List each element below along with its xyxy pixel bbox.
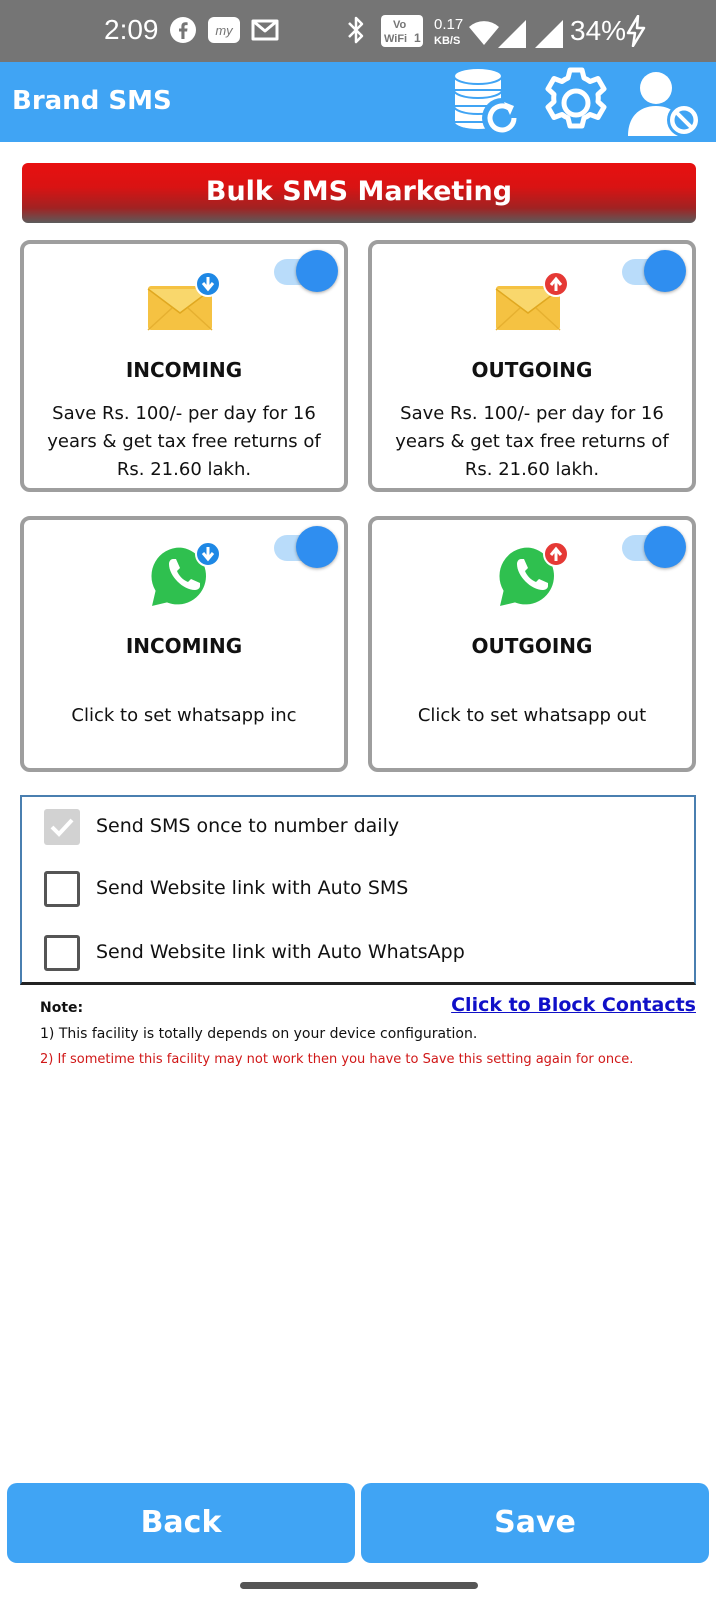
note-label: Note: <box>40 1000 84 1016</box>
card-description: Click to set whatsapp out <box>417 705 647 726</box>
option-label: Send Website link with Auto WhatsApp <box>96 941 465 963</box>
whatsapp-incoming-toggle[interactable] <box>274 526 338 568</box>
email-incoming-icon <box>146 270 226 336</box>
option-label: Send Website link with Auto SMS <box>96 877 409 899</box>
card-title: OUTGOING <box>471 634 593 658</box>
whatsapp-outgoing-card[interactable]: OUTGOING Click to set whatsapp out <box>368 516 696 772</box>
sms-incoming-card[interactable]: INCOMING Save Rs. 100/- per day for 16 y… <box>20 240 348 492</box>
sms-outgoing-card[interactable]: OUTGOING Save Rs. 100/- per day for 16 y… <box>368 240 696 492</box>
card-description: Save Rs. 100/- per day for 16 years & ge… <box>395 403 669 480</box>
signal-icon <box>497 19 527 53</box>
charging-icon <box>626 14 646 51</box>
user-block-icon[interactable] <box>624 66 701 140</box>
network-speed-value: 0.17 <box>434 16 464 33</box>
checkbox[interactable] <box>44 935 80 971</box>
card-title: INCOMING <box>125 358 243 382</box>
card-title: INCOMING <box>125 634 243 658</box>
volte-wifi-icon: Vo WiFi 1 <box>380 14 424 52</box>
gmail-icon <box>250 18 280 46</box>
checkbox-checked[interactable] <box>44 809 80 845</box>
status-bar: 2:09 my Vo WiFi 1 0.17 KB/S 34% <box>0 0 716 62</box>
whatsapp-outgoing-icon <box>494 540 574 614</box>
sms-incoming-toggle[interactable] <box>274 250 338 292</box>
email-outgoing-icon <box>494 270 574 336</box>
signal-icon <box>534 19 564 53</box>
whatsapp-outgoing-toggle[interactable] <box>622 526 686 568</box>
back-button[interactable]: Back <box>7 1483 355 1563</box>
card-description: Save Rs. 100/- per day for 16 years & ge… <box>47 403 321 480</box>
checkbox[interactable] <box>44 871 80 907</box>
svg-text:1: 1 <box>414 31 421 45</box>
facebook-icon <box>170 17 196 47</box>
battery-percent: 34% <box>570 15 627 46</box>
option-website-link-whatsapp[interactable]: Send Website link with Auto WhatsApp <box>44 935 684 975</box>
bluetooth-icon <box>345 14 367 50</box>
option-send-sms-daily[interactable]: Send SMS once to number daily <box>44 809 684 849</box>
database-restore-icon[interactable] <box>448 66 524 140</box>
block-contacts-link[interactable]: Click to Block Contacts <box>451 994 696 1016</box>
options-panel: Send SMS once to number daily Send Websi… <box>20 795 696 985</box>
note-line-1: 1) This facility is totally depends on y… <box>40 1026 478 1042</box>
status-time: 2:09 <box>104 14 159 45</box>
save-button[interactable]: Save <box>361 1483 709 1563</box>
svg-text:WiFi: WiFi <box>384 33 407 45</box>
note-line-2: 2) If sometime this facility may not wor… <box>40 1052 634 1067</box>
svg-text:Vo: Vo <box>393 19 407 31</box>
option-label: Send SMS once to number daily <box>96 815 400 837</box>
card-title: OUTGOING <box>471 358 593 382</box>
whatsapp-incoming-icon <box>146 540 226 614</box>
page-banner: Bulk SMS Marketing <box>22 163 696 223</box>
card-description: Click to set whatsapp inc <box>71 705 297 726</box>
sms-outgoing-toggle[interactable] <box>622 250 686 292</box>
home-indicator[interactable] <box>240 1582 478 1589</box>
option-website-link-sms[interactable]: Send Website link with Auto SMS <box>44 871 684 911</box>
app-title: Brand SMS <box>12 86 172 116</box>
whatsapp-incoming-card[interactable]: INCOMING Click to set whatsapp inc <box>20 516 348 772</box>
mygov-icon: my <box>207 16 241 48</box>
wifi-icon <box>468 20 500 50</box>
settings-gear-icon[interactable] <box>538 66 614 140</box>
svg-text:my: my <box>215 23 234 38</box>
app-bar: Brand SMS <box>0 62 716 142</box>
network-speed-unit: KB/S <box>434 35 461 47</box>
